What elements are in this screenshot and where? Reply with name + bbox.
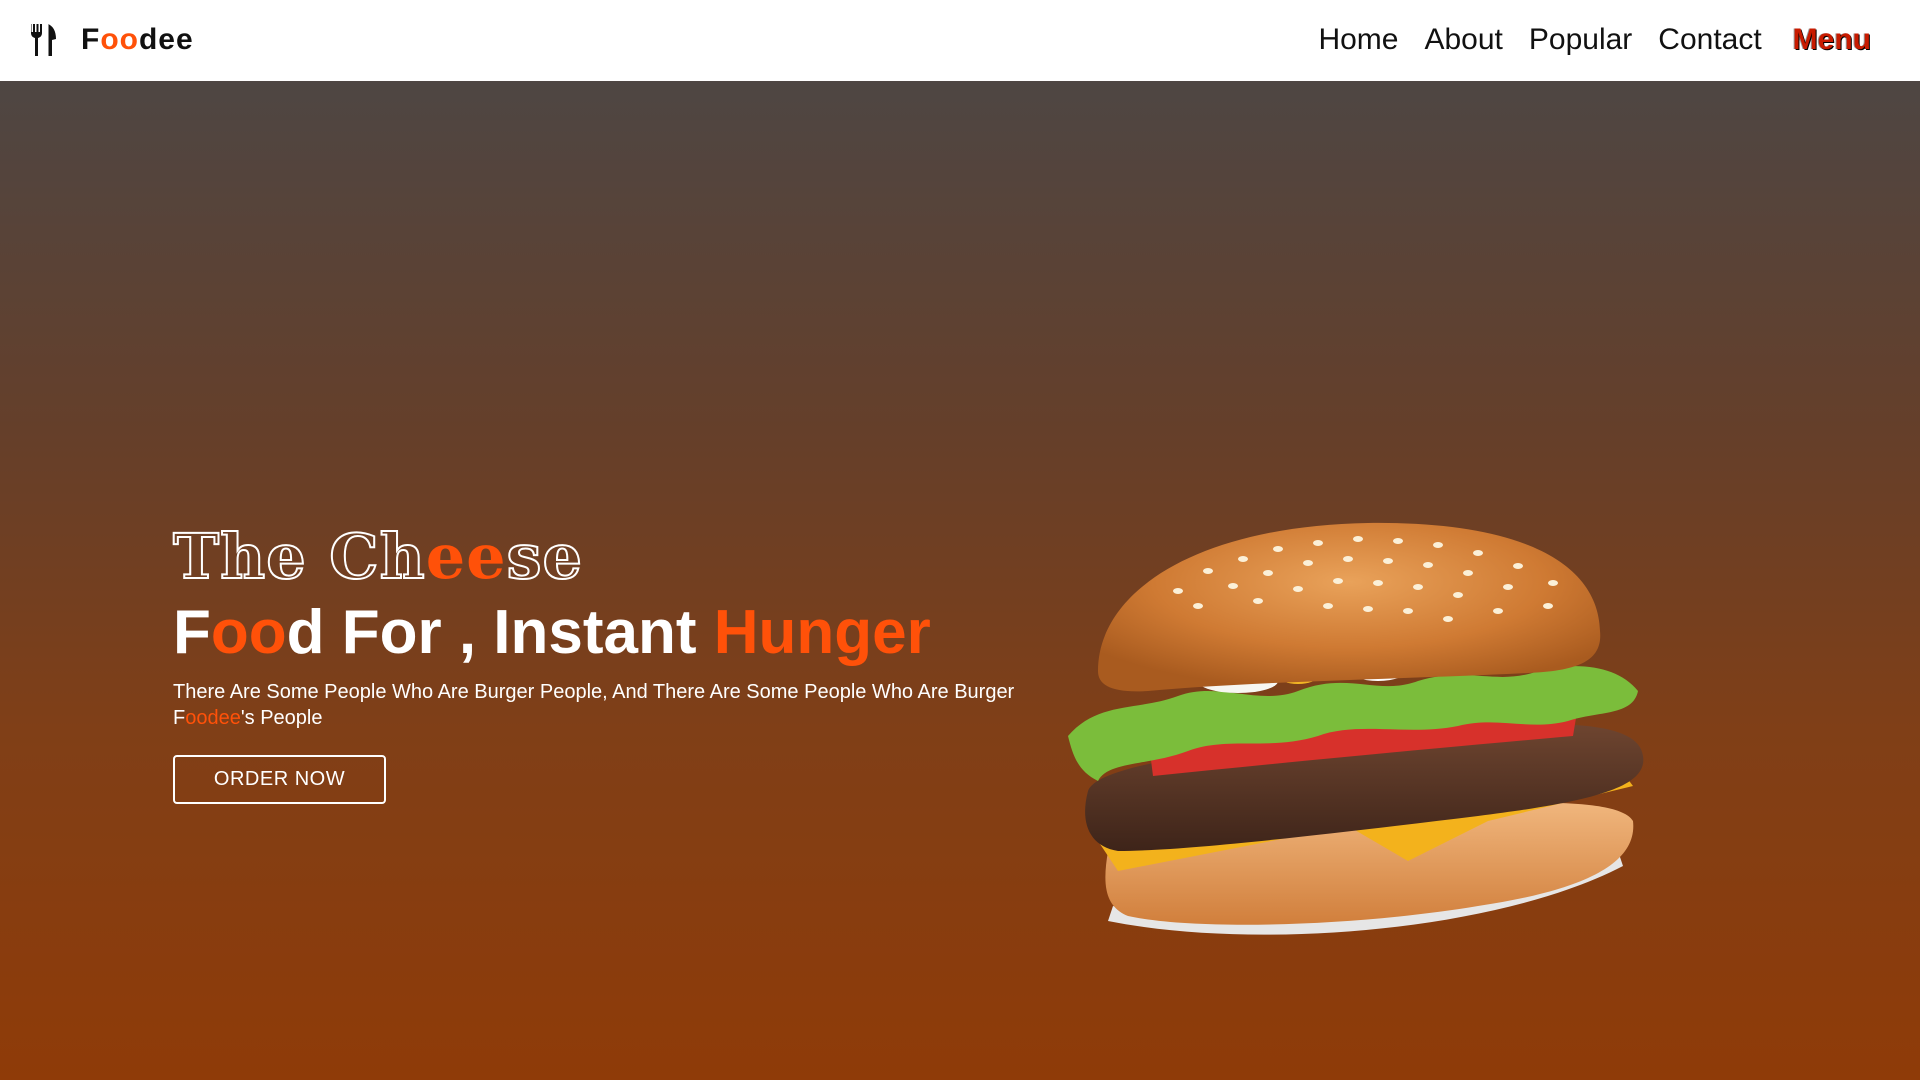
brand-name: Foodee	[81, 23, 194, 56]
fork-knife-icon	[31, 24, 56, 56]
hero-description: There Are Some People Who Are Burger Peo…	[173, 681, 1015, 729]
hero-section: The Cheese Food For , Instant Hunger The…	[0, 81, 1920, 1080]
hero-text: The Cheese Food For , Instant Hunger The…	[172, 520, 1053, 804]
nav-menu-link[interactable]: Menu	[1793, 23, 1871, 57]
hero-title-secondary: Food For , Instant Hunger	[173, 598, 931, 667]
nav-home-link[interactable]: Home	[1318, 23, 1398, 57]
order-now-button[interactable]: ORDER NOW	[173, 755, 386, 804]
nav-contact-link[interactable]: Contact	[1658, 23, 1761, 57]
cheeseburger-image	[1068, 522, 1644, 935]
navbar: Foodee Home About Popular Contact Menu	[0, 0, 1920, 81]
nav-about-link[interactable]: About	[1424, 23, 1502, 57]
nav-popular-link[interactable]: Popular	[1529, 23, 1632, 57]
brand-logo[interactable]: Foodee	[30, 20, 194, 60]
main-nav: Home About Popular Contact Menu	[1292, 18, 1871, 62]
hero-title-primary: The Cheese	[172, 520, 583, 593]
